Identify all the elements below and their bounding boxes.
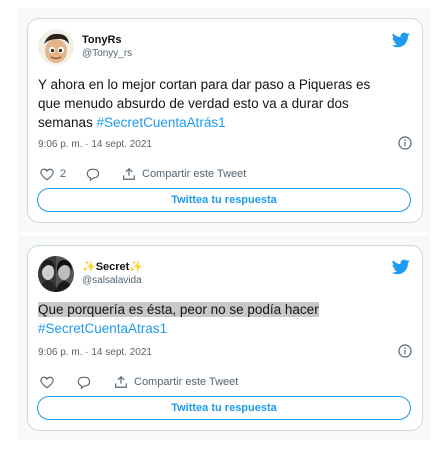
author-names[interactable]: TonyRs @Tonyy_rs xyxy=(82,33,132,61)
reply-bubble-icon xyxy=(86,168,100,181)
hashtag-link[interactable]: #SecretCuentaAtras1 xyxy=(38,321,167,336)
tweet-text-line: Y ahora en lo mejor cortan para dar paso… xyxy=(38,77,371,92)
selected-text: Que porquería es ésta, peor no se podía … xyxy=(38,302,319,317)
share-action[interactable]: Compartir este Tweet xyxy=(122,165,246,183)
heart-icon xyxy=(40,168,54,180)
tweet-text-line: #SecretCuentaAtras1 xyxy=(38,319,412,338)
avatar[interactable] xyxy=(38,256,74,292)
display-name[interactable]: TonyRs xyxy=(82,33,132,47)
user-handle[interactable]: @Tonyy_rs xyxy=(82,47,132,61)
share-action[interactable]: Compartir este Tweet xyxy=(114,373,238,391)
tweet-header: ✨Secret✨ @salsalavida xyxy=(38,256,412,296)
reply-button[interactable]: Twittea tu respuesta xyxy=(37,396,411,420)
tweet-header: TonyRs @Tonyy_rs xyxy=(38,29,412,69)
like-count: 2 xyxy=(60,168,67,180)
tweet-text: Y ahora en lo mejor cortan para dar paso… xyxy=(38,75,412,132)
timestamp[interactable]: 9:06 p. m. · 14 sept. 2021 xyxy=(38,347,152,358)
reply-action[interactable] xyxy=(86,165,100,183)
avatar[interactable] xyxy=(38,29,74,65)
share-icon xyxy=(123,167,135,180)
timestamp[interactable]: 9:06 p. m. · 14 sept. 2021 xyxy=(38,139,152,150)
share-label: Compartir este Tweet xyxy=(134,376,239,388)
tweet-text-line: Que porquería es ésta, peor no se podía … xyxy=(38,300,412,319)
twitter-bird-icon[interactable] xyxy=(392,259,410,275)
like-action[interactable]: 2 xyxy=(40,165,66,183)
tweet-card[interactable]: TonyRs @Tonyy_rs Y ahora en lo mejor cor… xyxy=(27,18,423,223)
reply-button[interactable]: Twittea tu respuesta xyxy=(37,188,411,212)
heart-icon xyxy=(40,376,54,388)
tweet-actions: 2 Compartir este Tweet xyxy=(38,165,412,183)
tweet-text: Que porquería es ésta, peor no se podía … xyxy=(38,300,412,338)
display-name-row[interactable]: ✨Secret✨ xyxy=(82,260,143,274)
sparkle-emoji: ✨ xyxy=(82,261,96,273)
like-action[interactable] xyxy=(40,373,54,391)
tweet-text-word: semanas xyxy=(38,115,93,130)
hashtag-link[interactable]: #SecretCuentaAtrás1 xyxy=(97,115,226,130)
tweet-text-line: semanas #SecretCuentaAtrás1 xyxy=(38,113,412,132)
tweet-actions: Compartir este Tweet xyxy=(38,373,412,391)
reply-bubble-icon xyxy=(77,376,91,389)
share-label: Compartir este Tweet xyxy=(142,168,247,180)
info-icon[interactable] xyxy=(398,344,412,358)
author-names[interactable]: ✨Secret✨ @salsalavida xyxy=(82,260,143,288)
sparkle-emoji: ✨ xyxy=(129,261,144,273)
tweet-text-line: que menudo absurdo de verdad esto va a d… xyxy=(38,96,349,111)
user-handle[interactable]: @salsalavida xyxy=(82,274,143,288)
reply-action[interactable] xyxy=(77,373,91,391)
display-name: Secret xyxy=(95,261,130,273)
info-icon[interactable] xyxy=(398,136,412,150)
twitter-bird-icon[interactable] xyxy=(392,32,410,48)
share-icon xyxy=(115,375,127,388)
tweet-card[interactable]: ✨Secret✨ @salsalavida Que porquería es é… xyxy=(27,245,423,431)
